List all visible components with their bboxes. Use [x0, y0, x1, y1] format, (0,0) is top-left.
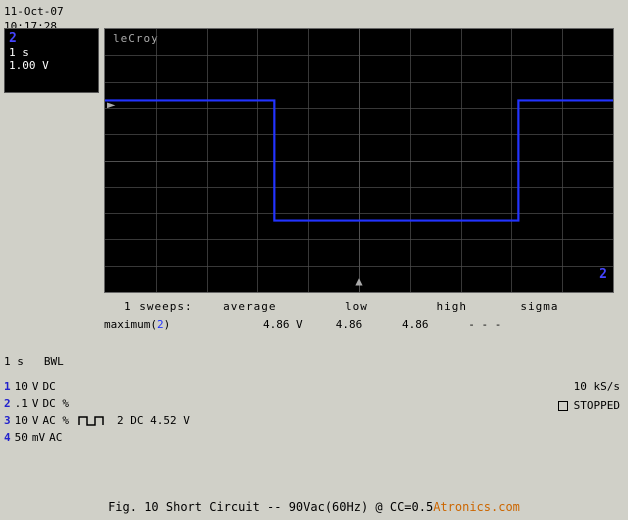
channel-info-box: 2 1 s 1.00 V: [4, 28, 99, 93]
ch2-row: 2 .1 V DC %: [4, 395, 190, 412]
info-timebase: 1 s: [9, 46, 29, 59]
ch2-dc-info: 2 DC 4.52 V: [117, 412, 190, 429]
ch2-unit: V: [32, 395, 39, 412]
ch3-coupling: AC %: [43, 412, 70, 429]
ch3-num: 3: [4, 412, 11, 429]
ch1-unit: V: [32, 378, 39, 395]
ch3-row: 3 10 V AC % 2 DC 4.52 V: [4, 412, 190, 429]
info-volts: 1.00 V: [9, 59, 49, 72]
timebase-value: 1 s: [4, 355, 24, 368]
stop-square-icon: [558, 401, 568, 411]
ch4-coupling: AC: [49, 429, 62, 446]
date-label: 11-Oct-07: [4, 4, 64, 19]
info-ch-num: 2: [9, 31, 17, 46]
bottom-row1: 1 s BWL: [4, 355, 624, 368]
oscilloscope-screen: leCroy ► 2 ▲: [104, 28, 614, 293]
stats-values: maximum(2) 4.86 V 4.86 4.86 - - -: [104, 318, 501, 331]
waveform-svg: [105, 29, 613, 292]
stats-header: 1 sweeps: average low high sigma: [104, 298, 614, 316]
figure-caption: Fig. 10 Short Circuit -- 90Vac(60Hz) @ C…: [0, 500, 628, 514]
ch1-v: 10: [15, 378, 28, 395]
caption-brand2: tronics.com: [440, 500, 519, 514]
ch3-unit: V: [32, 412, 39, 429]
stopped-indicator: STOPPED: [558, 397, 620, 416]
ch2-num: 2: [4, 395, 11, 412]
ch4-row: 4 50 mV AC: [4, 429, 190, 446]
ch1-coupling: DC: [43, 378, 56, 395]
ch1-row: 1 10 V DC: [4, 378, 190, 395]
stats-area: 1 sweeps: average low high sigma maximum…: [104, 298, 614, 333]
sample-rate: 10 kS/s: [558, 378, 620, 397]
ch4-num: 4: [4, 429, 11, 446]
stats-data: maximum(2) 4.86 V 4.86 4.86 - - -: [104, 316, 614, 334]
sweeps-label: 1 sweeps: average low high sigma: [124, 300, 559, 313]
scope-ch2-label: 2: [599, 267, 607, 282]
ch2-coupling: DC %: [43, 395, 70, 412]
scope-inner: leCroy ► 2 ▲: [105, 29, 613, 292]
channel-list: 1 10 V DC 2 .1 V DC % 3 10 V AC % 2 DC 4…: [4, 378, 190, 446]
ch1-num: 1: [4, 378, 11, 395]
ch3-v: 10: [15, 412, 28, 429]
ch4-v: 50: [15, 429, 28, 446]
ch3-waveform-icon: [77, 414, 109, 428]
caption-text: Fig. 10 Short Circuit -- 90Vac(60Hz) @ C…: [108, 500, 433, 514]
trigger-indicator: ▲: [355, 274, 362, 288]
bottom-area: 1 s BWL: [4, 355, 624, 372]
stopped-label: STOPPED: [574, 397, 620, 416]
bwl-label: BWL: [44, 355, 64, 368]
right-status-area: 10 kS/s STOPPED: [558, 378, 620, 415]
ch4-unit: mV: [32, 429, 45, 446]
ch2-v: .1: [15, 395, 28, 412]
